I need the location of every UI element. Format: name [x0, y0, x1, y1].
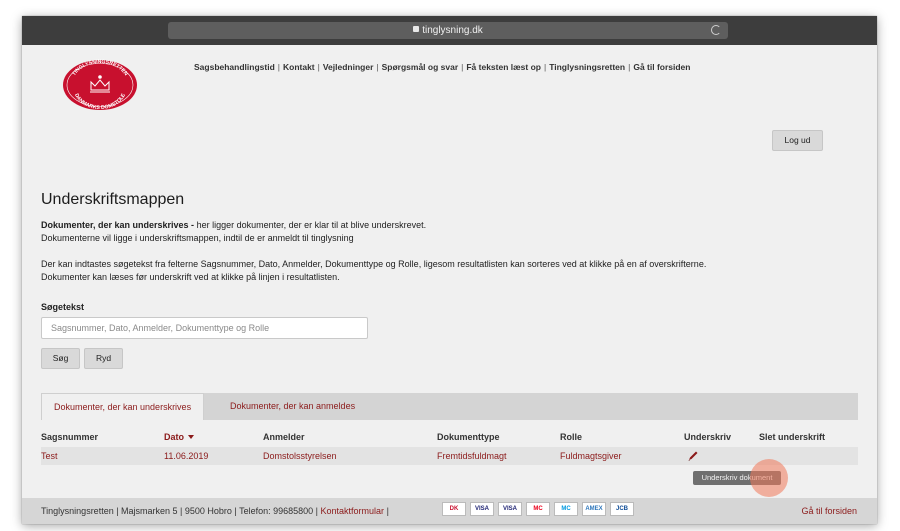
- reload-icon[interactable]: [711, 25, 721, 35]
- address-bar[interactable]: tinglysning.dk: [168, 22, 728, 39]
- payment-cards: DK VISA VISA MC MC AMEX JCB: [442, 502, 638, 518]
- page-title: Underskriftsmappen: [41, 191, 185, 208]
- nav-item-vejledninger[interactable]: Vejledninger: [323, 62, 374, 72]
- tab-kan-anmeldes[interactable]: Dokumenter, der kan anmeldes: [218, 393, 367, 420]
- column-sagsnummer[interactable]: Sagsnummer: [41, 432, 98, 442]
- column-slet-underskrift: Slet underskrift: [759, 432, 826, 442]
- top-navigation: Sagsbehandlingstid | Kontakt | Vejledninger |…: [194, 62, 691, 72]
- browser-window: tinglysning.dk TINGLYSNINGSRETTEN DANMAR…: [22, 16, 877, 524]
- footer-contact-link[interactable]: Kontaktformular: [321, 506, 385, 516]
- search-label: Søgetekst: [41, 302, 85, 312]
- cell-rolle: Fuldmagtsgiver: [560, 451, 622, 461]
- mastercard-icon: MC: [526, 502, 550, 516]
- visa-electron-icon: VISA: [498, 502, 522, 516]
- table-header: Sagsnummer Dato Anmelder Dokumenttype Ro…: [41, 427, 858, 447]
- maestro-icon: MC: [554, 502, 578, 516]
- click-indicator: [750, 459, 788, 497]
- dankort-icon: DK: [442, 502, 466, 516]
- nav-item-tinglysningsretten[interactable]: Tinglysningsretten: [549, 62, 625, 72]
- column-dato[interactable]: Dato: [164, 432, 194, 442]
- cell-sagsnummer: Test: [41, 451, 58, 461]
- search-input[interactable]: [41, 317, 368, 339]
- nav-item-sagsbehandlingstid[interactable]: Sagsbehandlingstid: [194, 62, 275, 72]
- table-row[interactable]: Test 11.06.2019 Domstolsstyrelsen Fremti…: [41, 447, 858, 465]
- court-logo[interactable]: TINGLYSNINGSRETTEN DANMARKS DOMSTOLE: [62, 59, 138, 111]
- logout-button[interactable]: Log ud: [772, 130, 823, 151]
- amex-icon: AMEX: [582, 502, 606, 516]
- clear-button[interactable]: Ryd: [84, 348, 123, 369]
- browser-toolbar: tinglysning.dk: [22, 16, 877, 45]
- nav-item-forside[interactable]: Gå til forsiden: [633, 62, 690, 72]
- sort-desc-icon: [188, 435, 194, 439]
- tab-kan-underskrives[interactable]: Dokumenter, der kan underskrives: [41, 393, 205, 420]
- cell-dokumenttype: Fremtidsfuldmagt: [437, 451, 507, 461]
- cell-anmelder: Domstolsstyrelsen: [263, 451, 337, 461]
- address-text: tinglysning.dk: [422, 25, 483, 36]
- footer-address: Tinglysningsretten | Majsmarken 5 | 9500…: [41, 506, 389, 516]
- column-dokumenttype[interactable]: Dokumenttype: [437, 432, 500, 442]
- tab-bar: Dokumenter, der kan underskrives Dokumen…: [41, 393, 858, 420]
- help-text: Der kan indtastes søgetekst fra felterne…: [41, 259, 707, 282]
- search-button[interactable]: Søg: [41, 348, 80, 369]
- visa-icon: VISA: [470, 502, 494, 516]
- page-content: TINGLYSNINGSRETTEN DANMARKS DOMSTOLE Sag…: [22, 45, 877, 524]
- nav-item-laest-op[interactable]: Få teksten læst op: [466, 62, 541, 72]
- footer: Tinglysningsretten | Majsmarken 5 | 9500…: [22, 498, 877, 524]
- sign-pen-icon[interactable]: [686, 449, 700, 463]
- column-rolle[interactable]: Rolle: [560, 432, 582, 442]
- nav-item-kontakt[interactable]: Kontakt: [283, 62, 315, 72]
- column-anmelder[interactable]: Anmelder: [263, 432, 305, 442]
- cell-dato: 11.06.2019: [164, 451, 209, 461]
- nav-item-spoergsmaal[interactable]: Spørgsmål og svar: [382, 62, 459, 72]
- column-underskriv: Underskriv: [684, 432, 732, 442]
- intro-text: Dokumenter, der kan underskrives - her l…: [41, 220, 427, 243]
- lock-icon: [413, 26, 420, 32]
- jcb-icon: JCB: [610, 502, 634, 516]
- footer-home-link[interactable]: Gå til forsiden: [801, 506, 857, 516]
